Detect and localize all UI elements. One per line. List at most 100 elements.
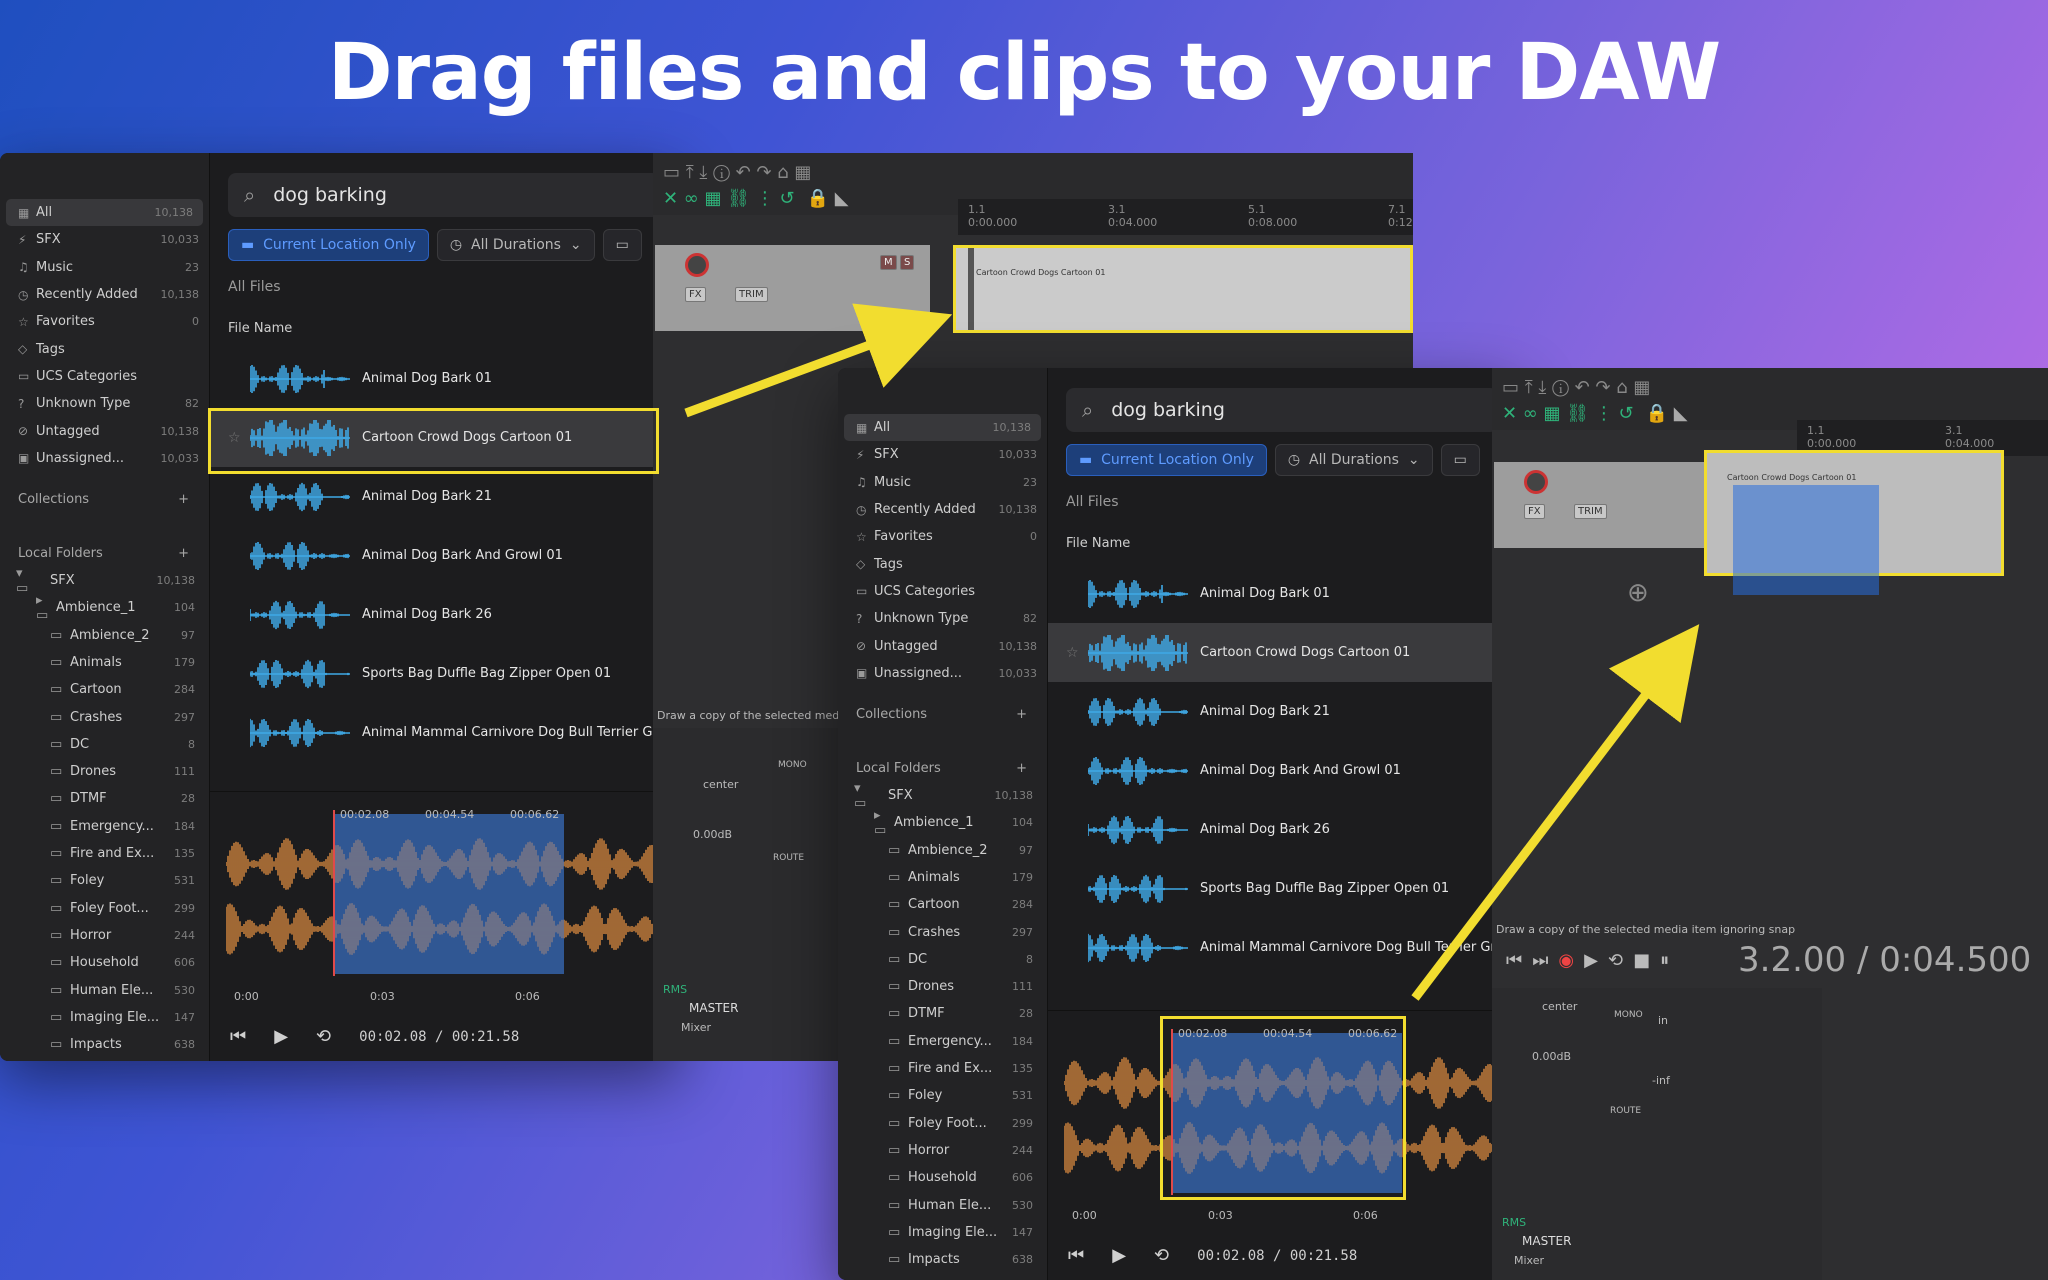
skip-back-icon[interactable]: ⏮	[1068, 1245, 1084, 1266]
sidebar-item-unassigned[interactable]: ▣ Unassigned... 10,033	[0, 445, 209, 472]
filter-current-location[interactable]: ▬ Current Location Only	[228, 229, 429, 261]
folder-item[interactable]: ▭ Cartoon 284	[0, 676, 209, 703]
file-row[interactable]: Animal Mammal Carnivore Dog Bull Terrier…	[1048, 918, 1518, 977]
star-icon[interactable]: ☆	[1066, 645, 1079, 661]
filter-current-location[interactable]: ▬ Current Location Only	[1066, 444, 1267, 476]
folder-item[interactable]: ▭ Human Ele... 530	[0, 976, 209, 1003]
file-row[interactable]: Animal Mammal Carnivore Dog Bull Terrier…	[210, 703, 680, 762]
sidebar-item-untagged[interactable]: ⊘ Untagged 10,138	[838, 632, 1047, 659]
folder-root-sfx[interactable]: ▾ ▭ SFX 10,138	[0, 566, 209, 596]
drop-target-highlight[interactable]: Cartoon Crowd Dogs Cartoon 01	[953, 245, 1413, 333]
mute-button[interactable]: M	[880, 255, 897, 270]
local-folders-header[interactable]: Local Folders +	[0, 540, 209, 567]
folder-item[interactable]: ▭ Ambience_2 97	[0, 622, 209, 649]
sidebar-item-sfx[interactable]: ⚡ SFX 10,033	[0, 226, 209, 253]
folder-item[interactable]: ▭ Foley 531	[0, 867, 209, 894]
trim-button[interactable]: TRIM	[1574, 504, 1607, 519]
folder-item[interactable]: ▭ DTMF 28	[0, 785, 209, 812]
skip-forward-icon[interactable]: ⏭	[1532, 950, 1548, 971]
folder-item[interactable]: ▭ Impacts 638	[838, 1246, 1047, 1273]
folder-item[interactable]: ▭ Household 606	[838, 1164, 1047, 1191]
folder-item[interactable]: ▭ Impacts 638	[0, 1031, 209, 1058]
fx-button[interactable]: FX	[1524, 504, 1545, 519]
sidebar-item-unknown-type[interactable]: ? Unknown Type 82	[838, 605, 1047, 632]
folder-item[interactable]: ▭ DC 8	[0, 731, 209, 758]
sidebar-item-untagged[interactable]: ⊘ Untagged 10,138	[0, 417, 209, 444]
sidebar-item-ucs-categories[interactable]: ▭ UCS Categories	[0, 363, 209, 390]
drop-target-highlight[interactable]: Cartoon Crowd Dogs Cartoon 01	[1704, 450, 2004, 595]
folder-item[interactable]: ▭ Imaging Ele... 147	[838, 1219, 1047, 1246]
folder-item[interactable]: ▭ Household 606	[0, 949, 209, 976]
folder-item[interactable]: ▭ Fire and Ex... 135	[838, 1055, 1047, 1082]
file-row[interactable]: Sports Bag Duffle Bag Zipper Open 01	[210, 644, 680, 703]
skip-back-icon[interactable]: ⏮	[1506, 950, 1522, 971]
file-row[interactable]: Sports Bag Duffle Bag Zipper Open 01	[1048, 859, 1518, 918]
file-row[interactable]: Animal Dog Bark 01	[1048, 564, 1518, 623]
sidebar-item-tags[interactable]: ◇ Tags	[0, 335, 209, 362]
sidebar-item-favorites[interactable]: ☆ Favorites 0	[838, 523, 1047, 550]
folder-item[interactable]: ▭ Imaging Ele... 147	[0, 1004, 209, 1031]
folder-item[interactable]: ▭ Cartoon 284	[838, 891, 1047, 918]
star-icon[interactable]: ☆	[228, 430, 241, 446]
file-row[interactable]: Animal Dog Bark And Growl 01	[1048, 741, 1518, 800]
folder-item[interactable]: ▭ Animals 179	[0, 649, 209, 676]
loop-icon[interactable]: ⟲	[316, 1026, 331, 1047]
folder-item[interactable]: ▭ Fire and Ex... 135	[0, 840, 209, 867]
record-icon[interactable]: ◉	[1558, 950, 1574, 971]
loop-icon[interactable]: ⟲	[1608, 950, 1623, 971]
sidebar-item-favorites[interactable]: ☆ Favorites 0	[0, 308, 209, 335]
folder-item[interactable]: ▭ Crashes 297	[838, 918, 1047, 945]
stop-icon[interactable]: ■	[1633, 950, 1650, 971]
filter-more[interactable]: ▭	[1440, 444, 1480, 476]
trim-button[interactable]: TRIM	[735, 287, 768, 302]
record-arm-button[interactable]	[1524, 470, 1548, 494]
file-row[interactable]: Animal Dog Bark 21	[1048, 682, 1518, 741]
file-row[interactable]: ☆ Cartoon Crowd Dogs Cartoon 01	[210, 408, 680, 467]
folder-item[interactable]: ▭ Foley Foot... 299	[838, 1110, 1047, 1137]
file-row[interactable]: Animal Dog Bark 21	[210, 467, 680, 526]
pause-icon[interactable]: ⏸	[1660, 950, 1669, 971]
filter-more[interactable]: ▭	[602, 229, 642, 261]
folder-item[interactable]: ▭ Horror 244	[0, 922, 209, 949]
folder-item[interactable]: ▭ Animals 179	[838, 864, 1047, 891]
folder-item[interactable]: ▭ Drones 111	[838, 973, 1047, 1000]
file-row[interactable]: Animal Dog Bark 26	[210, 585, 680, 644]
column-header-file-name[interactable]: File Name	[228, 321, 292, 336]
folder-item[interactable]: ▭ Human Ele... 530	[838, 1191, 1047, 1218]
folder-item[interactable]: ▭ DC 8	[838, 946, 1047, 973]
folder-item[interactable]: ▭ Emergency... 184	[0, 813, 209, 840]
column-header-file-name[interactable]: File Name	[1066, 536, 1130, 551]
sidebar-item-ucs-categories[interactable]: ▭ UCS Categories	[838, 578, 1047, 605]
play-icon[interactable]: ▶	[1112, 1245, 1126, 1266]
waveform-preview[interactable]	[226, 804, 680, 984]
sidebar-item-unassigned[interactable]: ▣ Unassigned... 10,033	[838, 660, 1047, 687]
folder-item[interactable]: ▭ Emergency... 184	[838, 1028, 1047, 1055]
sidebar-item-music[interactable]: ♫ Music 23	[0, 254, 209, 281]
sidebar-item-music[interactable]: ♫ Music 23	[838, 469, 1047, 496]
local-folders-header[interactable]: Local Folders +	[838, 755, 1047, 782]
fx-button[interactable]: FX	[685, 287, 706, 302]
sidebar-item-sfx[interactable]: ⚡ SFX 10,033	[838, 441, 1047, 468]
folder-item[interactable]: ▭ Foley Foot... 299	[0, 895, 209, 922]
folder-root-sfx[interactable]: ▾ ▭ SFX 10,138	[838, 781, 1047, 811]
search-input[interactable]: ⌕ dog barking	[228, 173, 660, 217]
record-arm-button[interactable]	[685, 253, 709, 277]
file-row[interactable]: Animal Dog Bark And Growl 01	[210, 526, 680, 585]
file-row[interactable]: ☆ Cartoon Crowd Dogs Cartoon 01	[1048, 623, 1518, 682]
sidebar-item-unknown-type[interactable]: ? Unknown Type 82	[0, 390, 209, 417]
folder-item[interactable]: ▭ Horror 244	[838, 1137, 1047, 1164]
folder-item[interactable]: ▸ ▭ Ambience_1 104	[0, 593, 209, 623]
add-track-icon[interactable]: ⊕	[1627, 578, 1649, 608]
folder-item[interactable]: ▭ Crashes 297	[0, 703, 209, 730]
sidebar-item-recently-added[interactable]: ◷ Recently Added 10,138	[0, 281, 209, 308]
folder-item[interactable]: ▭ Drones 111	[0, 758, 209, 785]
solo-button[interactable]: S	[900, 255, 915, 270]
file-row[interactable]: Animal Dog Bark 01	[210, 349, 680, 408]
sidebar-item-recently-added[interactable]: ◷ Recently Added 10,138	[838, 496, 1047, 523]
search-input[interactable]: ⌕ dog barking	[1066, 388, 1498, 432]
sidebar-item-all[interactable]: ▦ All 10,138	[844, 414, 1041, 442]
skip-back-icon[interactable]: ⏮	[230, 1026, 246, 1047]
folder-item[interactable]: ▭ Ambience_2 97	[838, 837, 1047, 864]
file-row[interactable]: Animal Dog Bark 26	[1048, 800, 1518, 859]
folder-item[interactable]: ▭ Foley 531	[838, 1082, 1047, 1109]
